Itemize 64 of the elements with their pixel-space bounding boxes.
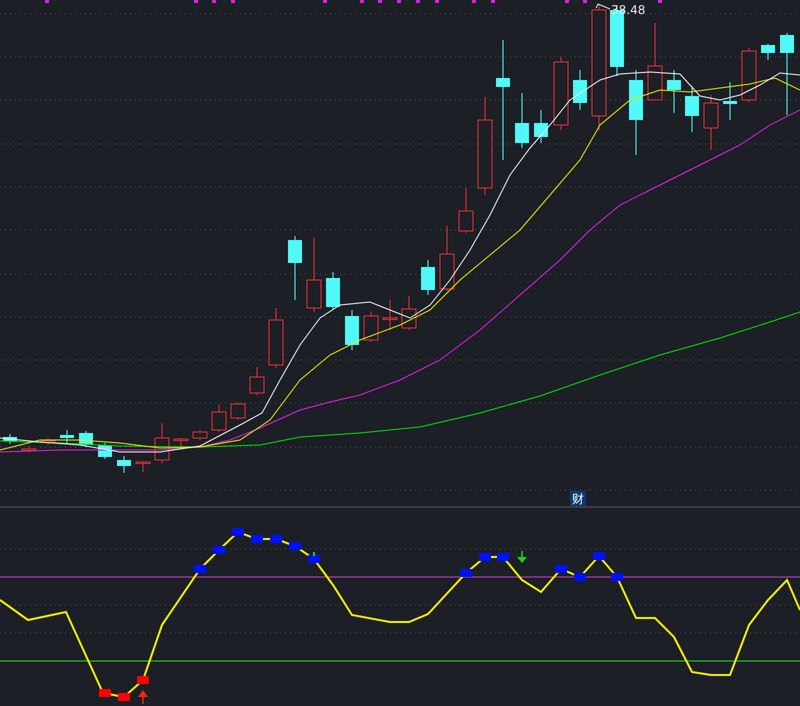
signal-marker: [137, 676, 149, 684]
signal-marker: [574, 573, 586, 581]
signal-marker: [611, 573, 623, 581]
candlestick: [761, 44, 775, 60]
candlestick: [3, 434, 17, 444]
candlestick: [288, 236, 302, 300]
candlestick: [250, 366, 264, 396]
tick-mark: [583, 0, 587, 3]
candlestick: [154, 422, 170, 464]
signal-marker: [232, 528, 244, 536]
candlestick: [117, 456, 131, 474]
candlestick: [440, 226, 454, 292]
candlestick: [364, 312, 378, 342]
signal-marker: [308, 555, 320, 563]
tick-mark: [491, 0, 495, 3]
candlestick: [136, 460, 150, 472]
candlestick: [402, 296, 416, 330]
candlestick: [382, 300, 398, 330]
signal-marker: [99, 689, 111, 697]
up-arrow-icon: [138, 690, 148, 704]
tick-mark: [435, 0, 439, 3]
tick-mark: [397, 0, 401, 3]
tick-mark: [194, 0, 198, 3]
tick-mark: [231, 0, 235, 3]
candlestick: [421, 260, 435, 296]
tick-mark: [565, 0, 569, 3]
indicator-tag: 财: [570, 491, 586, 506]
candlestick: [268, 308, 284, 368]
signal-marker: [213, 546, 225, 554]
tick-mark: [45, 0, 49, 3]
signal-marker: [118, 693, 130, 701]
tick-mark: [416, 0, 420, 3]
candlestick: [742, 48, 756, 102]
signal-marker: [194, 565, 206, 573]
tick-mark: [658, 0, 662, 3]
candlestick: [326, 272, 340, 310]
candlestick: [22, 446, 36, 452]
signal-marker: [270, 535, 282, 543]
candlestick: [212, 404, 226, 432]
tick-mark: [472, 0, 476, 3]
candlestick: [534, 110, 548, 144]
candlestick: [573, 70, 587, 110]
candlestick: [667, 70, 681, 114]
candlestick: [723, 82, 737, 120]
tick-mark: [212, 0, 216, 3]
signal-marker: [289, 542, 301, 550]
candlestick: [230, 402, 246, 420]
candlestick: [345, 310, 359, 350]
tick-mark: [360, 0, 364, 3]
signal-marker: [593, 552, 605, 560]
tick-mark: [378, 0, 382, 3]
candlestick: [515, 92, 529, 148]
candlestick: [60, 430, 74, 444]
candlestick: [685, 86, 699, 132]
signal-marker: [251, 535, 263, 543]
candlestick: [192, 430, 208, 440]
tick-mark: [323, 0, 327, 3]
candlestick: [458, 188, 474, 234]
candlestick: [174, 438, 188, 448]
signal-marker: [555, 565, 567, 573]
signal-marker: [460, 569, 472, 577]
signal-marker: [479, 553, 491, 561]
candlestick: [704, 94, 718, 150]
signal-marker: [497, 553, 509, 561]
